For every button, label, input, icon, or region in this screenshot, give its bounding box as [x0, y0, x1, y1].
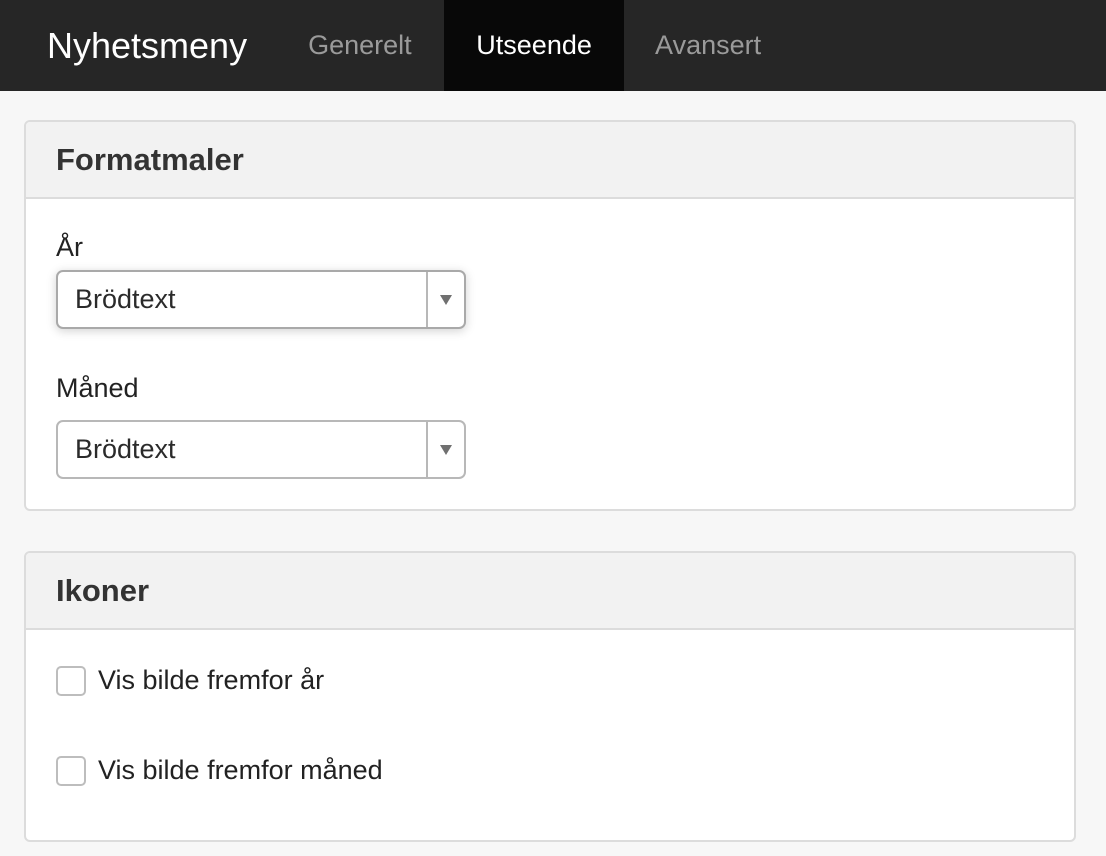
formatmaler-heading: Formatmaler	[26, 122, 1074, 199]
month-select[interactable]: Brödtext	[56, 420, 466, 479]
tab-avansert[interactable]: Avansert	[624, 0, 792, 91]
formatmaler-panel: Formatmaler År Brödtext Måned Brödtext	[24, 120, 1076, 511]
year-select[interactable]: Brödtext	[56, 270, 466, 329]
chevron-down-icon	[440, 294, 452, 305]
month-select-toggle[interactable]	[426, 422, 464, 477]
month-select-value: Brödtext	[75, 434, 176, 464]
year-select-toggle[interactable]	[426, 272, 464, 327]
show-image-month-checkbox[interactable]	[56, 755, 86, 786]
app-brand[interactable]: Nyhetsmeny	[0, 0, 291, 91]
show-image-year-label: Vis bilde fremfor år	[98, 665, 325, 695]
show-image-year-checkbox[interactable]	[56, 665, 86, 696]
year-label: År	[56, 232, 83, 262]
show-image-month-option[interactable]: Vis bilde fremfor måned	[56, 755, 383, 786]
tab-generelt[interactable]: Generelt	[291, 0, 444, 91]
month-label: Måned	[56, 373, 139, 403]
show-image-month-label: Vis bilde fremfor måned	[98, 755, 383, 785]
show-image-year-option[interactable]: Vis bilde fremfor år	[56, 665, 324, 696]
tab-utseende[interactable]: Utseende	[444, 0, 625, 91]
chevron-down-icon	[440, 444, 452, 455]
top-navbar: Nyhetsmeny Generelt Utseende Avansert	[0, 0, 1106, 91]
ikoner-heading: Ikoner	[26, 553, 1074, 630]
year-select-value: Brödtext	[75, 284, 176, 314]
ikoner-panel: Ikoner Vis bilde fremfor år Vis bilde fr…	[24, 551, 1076, 842]
